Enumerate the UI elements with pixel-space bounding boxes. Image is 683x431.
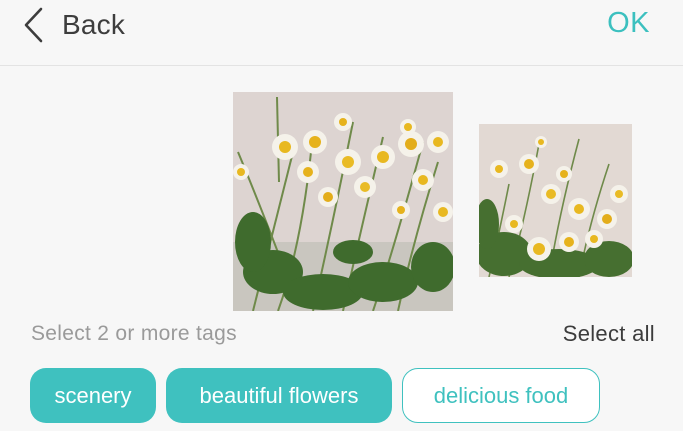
- back-button[interactable]: Back: [22, 6, 125, 44]
- tag-scenery[interactable]: scenery: [30, 368, 156, 423]
- daisies-photo-1[interactable]: [233, 92, 453, 311]
- chevron-left-icon: [24, 7, 43, 43]
- ok-button[interactable]: OK: [607, 7, 650, 40]
- back-label: Back: [62, 9, 126, 40]
- select-all-button[interactable]: Select all: [563, 321, 655, 347]
- tag-selection-screen: Back OK Select 2 or more tags Select all…: [0, 0, 683, 431]
- daisies-photo-2[interactable]: [479, 124, 632, 277]
- tag-hint-text: Select 2 or more tags: [31, 322, 237, 345]
- tag-beautiful-flowers[interactable]: beautiful flowers: [166, 368, 392, 423]
- tag-delicious-food[interactable]: delicious food: [402, 368, 600, 423]
- top-bar: Back OK: [0, 0, 683, 66]
